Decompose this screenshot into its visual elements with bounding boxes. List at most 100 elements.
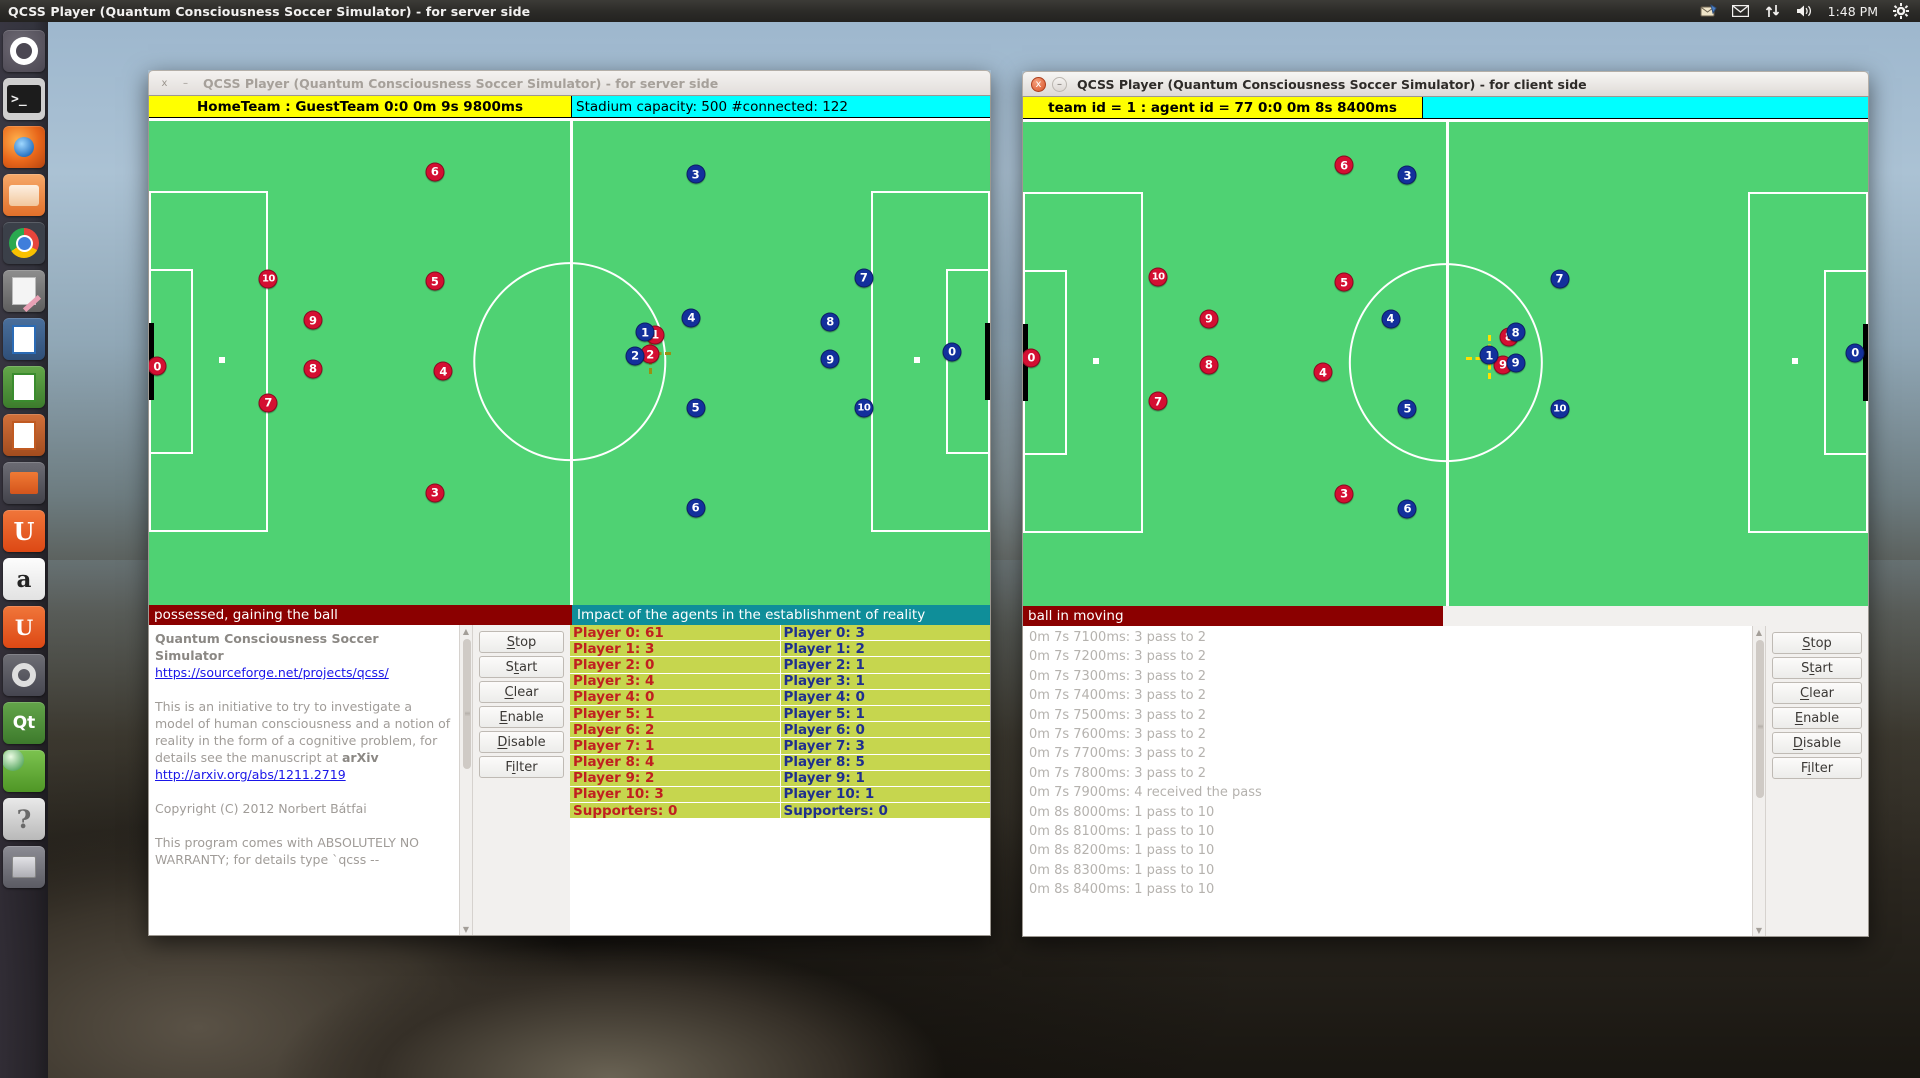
launcher-item-terminal[interactable]: >_ <box>3 78 45 120</box>
goal-right <box>985 322 990 401</box>
goal-area-right <box>1824 269 1868 456</box>
gear-icon[interactable] <box>1892 3 1910 19</box>
client-enable-button[interactable]: Enable <box>1772 707 1862 729</box>
scroll-up-arrow-icon[interactable]: ▲ <box>1753 626 1765 638</box>
terminal-icon: >_ <box>7 85 41 113</box>
scrollbar-thumb[interactable] <box>1756 640 1764 798</box>
client-minimize-button[interactable]: – <box>1052 76 1067 92</box>
clock[interactable]: 1:48 PM <box>1828 4 1878 19</box>
server-window-titlebar[interactable]: x – QCSS Player (Quantum Consciousness S… <box>148 70 991 95</box>
mail-envelope-icon[interactable] <box>1700 3 1718 19</box>
red-player-3: 3 <box>425 483 445 503</box>
launcher-item-libreoffice-calc[interactable] <box>3 366 45 408</box>
red-player-8: 8 <box>303 359 323 379</box>
server-pitch[interactable]: 0 6 10 5 9 8 4 7 3 1 2 3 7 4 8 1 2 9 0 5 10 6 <box>149 118 990 605</box>
red-player-9: 9 <box>1199 309 1219 329</box>
stats-row: Player 4: 0 <box>570 689 780 706</box>
server-window[interactable]: x – QCSS Player (Quantum Consciousness S… <box>148 70 991 936</box>
red-player-4: 4 <box>433 361 453 381</box>
sourceforge-link[interactable]: https://sourceforge.net/projects/qcss/ <box>155 665 389 680</box>
qt-icon: Qt <box>12 713 36 733</box>
stats-row: Player 5: 1 <box>570 706 780 723</box>
launcher-item-libreoffice-impress[interactable] <box>3 414 45 456</box>
client-disable-button[interactable]: Disable <box>1772 732 1862 754</box>
server-disable-mn: D <box>497 734 508 750</box>
scroll-up-arrow-icon[interactable]: ▲ <box>460 625 472 637</box>
penalty-spot-right <box>914 356 921 363</box>
client-status-bar: team id = 1 : agent id = 77 0:0 0m 8s 84… <box>1023 97 1868 119</box>
about-pane-scrollbar[interactable]: ▲ ≡ ▼ <box>459 625 473 935</box>
blue-player-6: 6 <box>1397 499 1417 519</box>
blue-player-5: 5 <box>686 398 706 418</box>
blue-player-5: 5 <box>1397 399 1417 419</box>
server-clear-button[interactable]: Clear <box>479 681 564 703</box>
launcher-item-ubuntu-one[interactable]: U <box>3 510 45 552</box>
red-player-10: 10 <box>258 269 278 289</box>
network-updown-icon[interactable] <box>1764 3 1782 19</box>
server-stop-button[interactable]: Stop <box>479 631 564 653</box>
launcher-item-amazon[interactable]: a <box>3 558 45 600</box>
log-line: 0m 7s 7400ms: 3 pass to 2 <box>1029 688 1207 704</box>
scroll-down-arrow-icon[interactable]: ▼ <box>1753 924 1765 936</box>
scrollbar-thumb[interactable] <box>463 639 471 769</box>
blue-player-1: 1 <box>1479 345 1499 365</box>
client-disable-mn: D <box>1792 735 1803 751</box>
blue-player-7: 7 <box>854 268 874 288</box>
blue-player-10: 10 <box>854 398 874 418</box>
volume-icon[interactable] <box>1796 3 1814 19</box>
blue-player-9: 9 <box>820 349 840 369</box>
stats-row: Player 3: 1 <box>780 673 990 690</box>
server-close-icon[interactable]: x <box>157 76 172 91</box>
server-stop-mn: S <box>506 634 515 650</box>
client-start-button[interactable]: Start <box>1772 657 1862 679</box>
launcher-item-gedit[interactable] <box>3 270 45 312</box>
blue-player-8: 8 <box>1506 322 1526 342</box>
client-pitch[interactable]: 06105984738934789510610 <box>1023 119 1868 606</box>
launcher-item-software-center[interactable] <box>3 462 45 504</box>
log-line: 0m 7s 7700ms: 3 pass to 2 <box>1029 746 1207 762</box>
launcher-item-qt-creator[interactable]: Qt <box>3 702 45 744</box>
client-close-button[interactable]: x <box>1031 76 1046 92</box>
client-log-scrollbar[interactable]: ▲ ≡ ▼ <box>1752 626 1766 936</box>
arxiv-link[interactable]: http://arxiv.org/abs/1211.2719 <box>155 767 346 782</box>
writer-document-icon <box>12 324 36 354</box>
amazon-icon: a <box>16 565 32 593</box>
gear-wrench-icon <box>12 663 36 687</box>
client-log-pane[interactable]: 0m 7s 7100ms: 3 pass to 2 0m 7s 7200ms: 3… <box>1023 626 1752 936</box>
launcher-item-qcss[interactable] <box>3 750 45 792</box>
client-bottom-area: 0m 7s 7100ms: 3 pass to 2 0m 7s 7200ms: 3… <box>1023 626 1868 936</box>
launcher-item-libreoffice-writer[interactable] <box>3 318 45 360</box>
launcher-item-firefox[interactable] <box>3 126 45 168</box>
scroll-down-arrow-icon[interactable]: ▼ <box>460 923 472 935</box>
client-stop-mn: S <box>1802 635 1811 651</box>
client-window[interactable]: x – QCSS Player (Quantum Consciousness S… <box>1022 71 1869 937</box>
server-minimize-icon[interactable]: – <box>178 76 193 91</box>
server-disable-button[interactable]: Disable <box>479 731 564 753</box>
client-header-filler <box>1443 606 1868 626</box>
launcher-item-system-settings[interactable] <box>3 654 45 696</box>
launcher-item-ubuntu-dash[interactable] <box>3 30 45 72</box>
client-stop-button[interactable]: Stop <box>1772 632 1862 654</box>
client-agent-status: team id = 1 : agent id = 77 0:0 0m 8s 84… <box>1023 97 1423 118</box>
launcher-item-trash[interactable] <box>3 846 45 888</box>
server-enable-button[interactable]: Enable <box>479 706 564 728</box>
blue-player-4: 4 <box>1381 309 1401 329</box>
server-start-button[interactable]: Start <box>479 656 564 678</box>
server-section-headers: possessed, gaining the ball Impact of th… <box>149 605 990 625</box>
stats-row: Player 2: 1 <box>780 657 990 674</box>
about-info-pane[interactable]: Quantum Consciousness Soccer Simulator h… <box>149 625 459 935</box>
client-clear-button[interactable]: Clear <box>1772 682 1862 704</box>
log-line: 0m 7s 7600ms: 3 pass to 2 <box>1029 727 1207 743</box>
compass-icon <box>3 750 24 771</box>
server-status-bar: HomeTeam : GuestTeam 0:0 0m 9s 9800ms St… <box>149 96 990 118</box>
launcher-item-chrome[interactable] <box>3 222 45 264</box>
launcher-item-files[interactable] <box>3 174 45 216</box>
log-line: 0m 7s 7200ms: 3 pass to 2 <box>1029 649 1207 665</box>
client-window-titlebar[interactable]: x – QCSS Player (Quantum Consciousness S… <box>1022 71 1869 96</box>
client-filter-button[interactable]: Filter <box>1772 757 1862 779</box>
server-filter-button[interactable]: Filter <box>479 756 564 778</box>
launcher-item-ubuntu-one-music[interactable]: U <box>3 606 45 648</box>
message-icon[interactable] <box>1732 3 1750 19</box>
launcher-item-help[interactable]: ? <box>3 798 45 840</box>
red-player-5: 5 <box>425 271 445 291</box>
